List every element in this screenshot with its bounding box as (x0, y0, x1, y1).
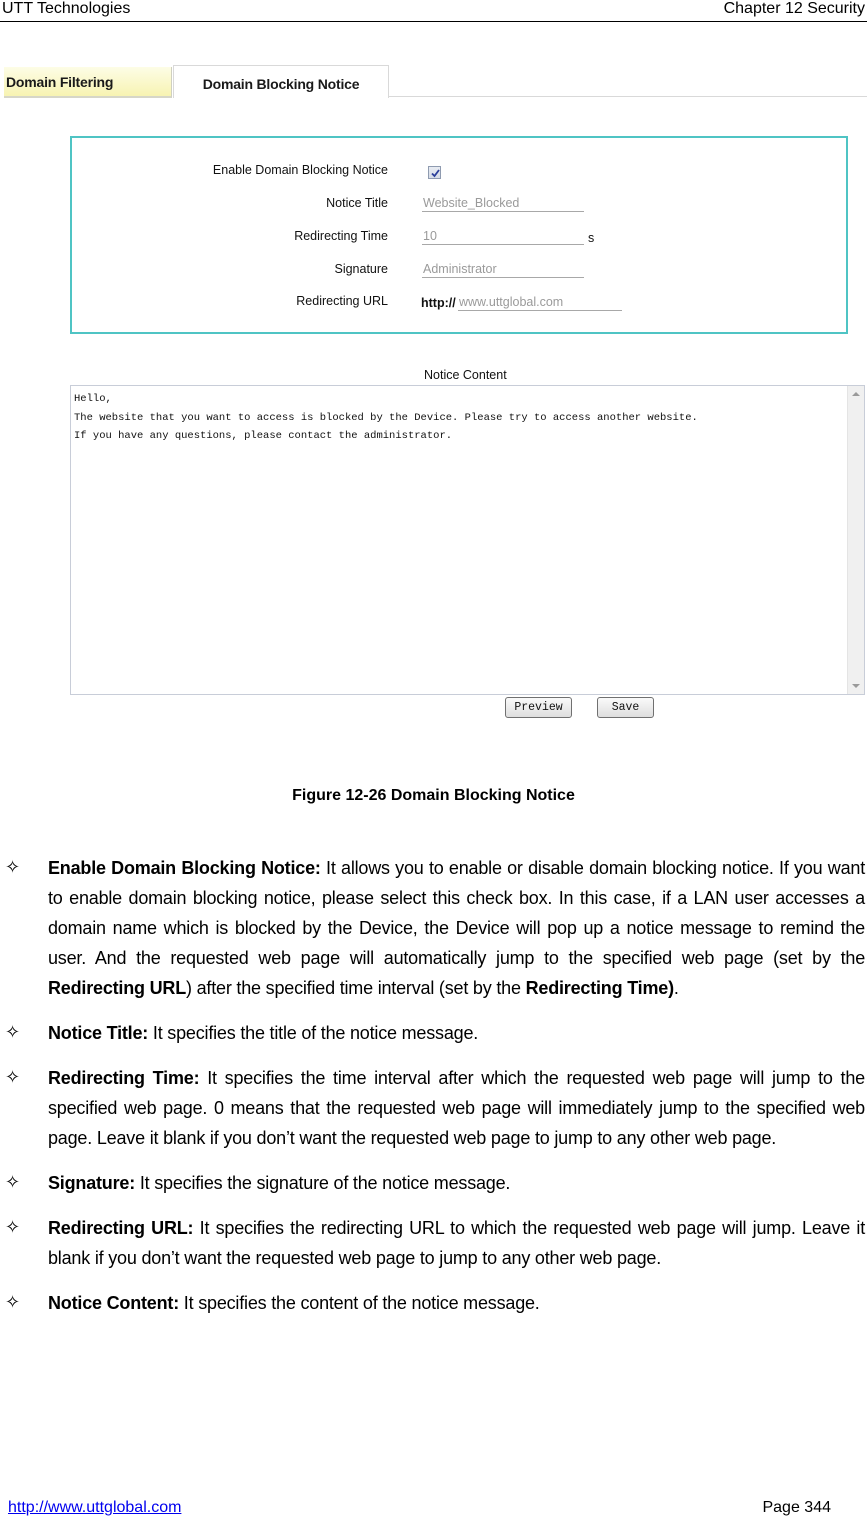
tab-baseline (388, 96, 867, 97)
scroll-down-arrow-icon[interactable] (852, 684, 860, 688)
list-item-text: It specifies the title of the notice mes… (148, 1023, 479, 1043)
chapter-title: Chapter 12 Security (723, 0, 865, 17)
tab-bar: Domain Filtering Domain Blocking Notice (4, 65, 867, 98)
scroll-up-arrow-icon[interactable] (852, 392, 860, 396)
list-item: ✧ Redirecting Time: It specifies the time… (0, 1063, 867, 1153)
save-button[interactable]: Save (597, 697, 654, 718)
seconds-unit: s (588, 231, 595, 245)
preview-button[interactable]: Preview (505, 697, 572, 718)
notice-title-label: Notice Title (326, 196, 388, 210)
list-item: ✧ Notice Content: It specifies the conten… (0, 1288, 867, 1318)
description-list: ✧ Enable Domain Blocking Notice: It allow… (0, 853, 867, 1333)
signature-label: Signature (334, 262, 388, 276)
list-item-text: . (673, 978, 679, 998)
company-name: UTT Technologies (2, 0, 131, 17)
list-item-term: Enable Domain Blocking Notice: (48, 858, 321, 878)
list-item: ✧ Enable Domain Blocking Notice: It allow… (0, 853, 867, 1003)
emphasis-text: Redirecting Time) (525, 978, 675, 998)
page-number: Page 344 (762, 1499, 831, 1516)
enable-label: Enable Domain Blocking Notice (212, 163, 388, 177)
diamond-bullet-icon: ✧ (5, 1172, 20, 1193)
list-item-term: Signature: (48, 1173, 136, 1193)
notice-title-input[interactable] (422, 194, 584, 212)
redirecting-time-label: Redirecting Time (294, 229, 388, 243)
settings-panel: Enable Domain Blocking Notice Notice Tit… (70, 136, 848, 334)
list-item-text: It specifies the content of the notice m… (179, 1293, 540, 1313)
notice-content-box: Hello, The website that you want to acce… (70, 385, 865, 695)
diamond-bullet-icon: ✧ (5, 1292, 20, 1313)
redirecting-url-input[interactable] (458, 293, 622, 311)
list-item-term: Notice Content: (48, 1293, 179, 1313)
tab-domain-blocking-notice[interactable]: Domain Blocking Notice (173, 65, 389, 98)
url-prefix: http:// (421, 296, 456, 310)
diamond-bullet-icon: ✧ (5, 1217, 20, 1238)
emphasis-text: Redirecting URL (48, 978, 187, 998)
list-item-term: Redirecting URL: (48, 1218, 194, 1238)
figure-caption: Figure 12-26 Domain Blocking Notice (292, 787, 575, 804)
diamond-bullet-icon: ✧ (5, 857, 20, 878)
list-item-term: Notice Title: (48, 1023, 149, 1043)
list-item-term: Redirecting Time: (48, 1068, 200, 1088)
list-item-text: It specifies the signature of the notice… (135, 1173, 511, 1193)
textarea-scrollbar[interactable] (847, 386, 864, 694)
list-item: ✧ Signature: It specifies the signature o… (0, 1168, 867, 1198)
redirecting-url-label: Redirecting URL (296, 294, 388, 308)
redirecting-time-input[interactable] (422, 227, 584, 245)
notice-content-textarea[interactable]: Hello, The website that you want to acce… (71, 386, 846, 694)
checkmark-icon (431, 169, 440, 178)
footer-website-link[interactable]: http://www.uttglobal.com (8, 1499, 181, 1517)
list-item: ✧ Notice Title: It specifies the title of… (0, 1018, 867, 1048)
list-item-text: ) after the specified time interval (set… (186, 978, 526, 998)
notice-content-label: Notice Content (424, 368, 507, 382)
list-item: ✧ Redirecting URL: It specifies the redir… (0, 1213, 867, 1273)
page-header: UTT Technologies Chapter 12 Security (0, 0, 867, 22)
tab-domain-filtering[interactable]: Domain Filtering (4, 67, 172, 98)
diamond-bullet-icon: ✧ (5, 1067, 20, 1088)
diamond-bullet-icon: ✧ (5, 1022, 20, 1043)
enable-checkbox[interactable] (428, 166, 441, 179)
signature-input[interactable] (422, 260, 584, 278)
